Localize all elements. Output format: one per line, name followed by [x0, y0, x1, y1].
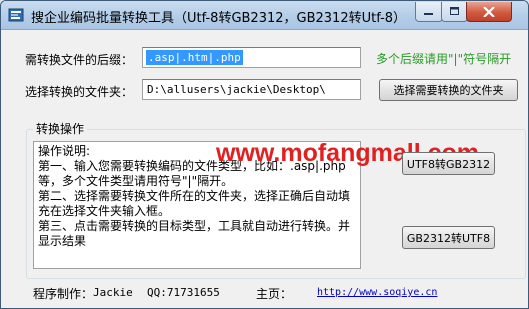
author-name: Jackie	[93, 286, 133, 299]
group-title: 转换操作	[33, 120, 88, 137]
app-window: 搜企业编码批量转换工具（Utf-8转GB2312，GB2312转Utf-8） 需…	[0, 0, 529, 309]
choose-folder-button[interactable]: 选择需要转换的文件夹	[379, 79, 518, 101]
suffix-hint: 多个后缀请用"|"符号隔开	[376, 52, 512, 66]
suffix-value: .asp|.htm|.php	[146, 50, 243, 65]
maximize-icon	[449, 7, 459, 15]
close-button[interactable]	[466, 2, 512, 22]
folder-path[interactable]	[143, 80, 360, 99]
utf8-to-gb2312-button[interactable]: UTF8转GB2312	[402, 152, 495, 175]
minimize-button[interactable]	[415, 2, 443, 22]
folder-label: 选择转换的文件夹：	[25, 85, 134, 99]
app-icon	[8, 8, 24, 22]
client-area: 需转换文件的后缀： .asp|.htm|.php 多个后缀请用"|"符号隔开 选…	[1, 30, 528, 308]
title-bar[interactable]: 搜企业编码批量转换工具（Utf-8转GB2312，GB2312转Utf-8）	[1, 1, 528, 30]
suffix-input[interactable]: .asp|.htm|.php	[142, 47, 361, 68]
folder-input[interactable]	[142, 79, 361, 100]
author-label: 程序制作：	[33, 287, 94, 301]
instruction-line: 第二、选择需要转换文件所在的文件夹，选择正确后自动填充在选择文件夹输入框。	[38, 189, 351, 218]
maximize-button[interactable]	[441, 2, 468, 22]
suffix-label: 需转换文件的后缀：	[25, 53, 134, 67]
instruction-line: 第三、点击需要转换的目标类型，工具就自动进行转换。并显示结果	[38, 219, 351, 248]
gb2312-to-utf8-button[interactable]: GB2312转UTF8	[402, 226, 495, 249]
home-label: 主页：	[256, 287, 293, 301]
window-title: 搜企业编码批量转换工具（Utf-8转GB2312，GB2312转Utf-8）	[31, 11, 407, 26]
qq-number: QQ:71731655	[147, 286, 220, 299]
homepage-link[interactable]: http://www.soqiye.cn	[317, 287, 437, 298]
close-icon	[483, 6, 495, 17]
minimize-icon	[424, 12, 433, 15]
